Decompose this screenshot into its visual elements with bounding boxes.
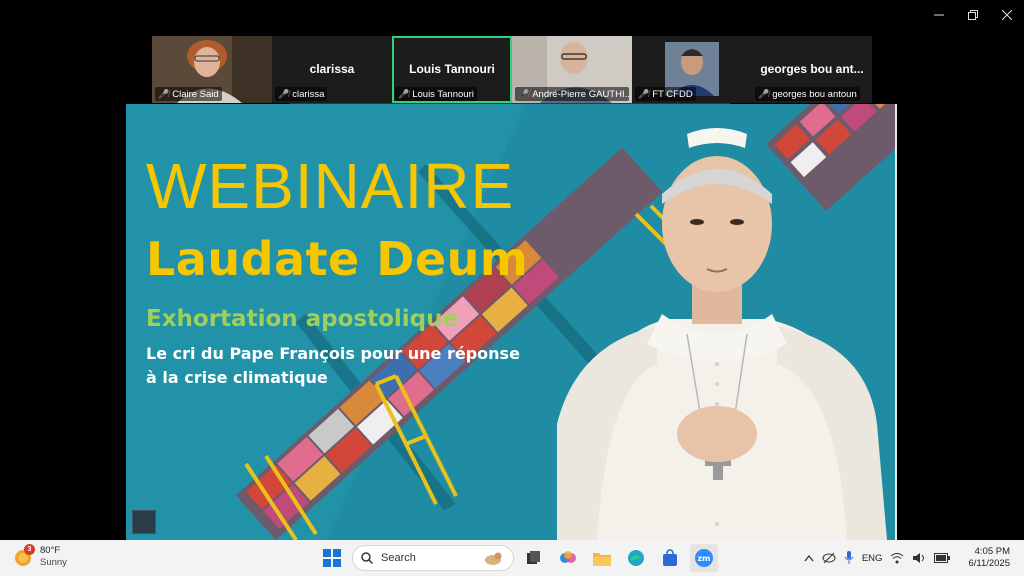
search-icon xyxy=(361,552,373,564)
wifi-tray[interactable] xyxy=(890,552,904,564)
store-icon xyxy=(663,549,677,566)
chevron-up-icon xyxy=(804,554,814,562)
folder-icon xyxy=(593,553,611,566)
mic-off-icon: 🎤̸ xyxy=(158,88,170,99)
edge-icon xyxy=(628,550,644,566)
participant-name: FT CFDD xyxy=(652,88,693,100)
shared-screen-edge xyxy=(895,104,897,540)
system-tray: ENG 4:05 PM 6/11/2025 xyxy=(804,540,1024,576)
cat-icon xyxy=(483,550,503,569)
battery-tray[interactable] xyxy=(934,553,951,563)
store-button[interactable] xyxy=(656,544,684,572)
participant-tile[interactable]: clarissa 🎤̸ clarissa xyxy=(272,36,392,103)
search-placeholder: Search xyxy=(381,552,416,564)
slide-description-line: Le cri du Pape François pour une réponse xyxy=(146,344,520,363)
slide-subtitle: Exhortation apostolique xyxy=(146,306,459,332)
restore-button[interactable] xyxy=(956,0,990,30)
mic-off-icon: 🎤̸ xyxy=(518,88,530,99)
slide-description-line: à la crise climatique xyxy=(146,368,328,387)
network-off-tray[interactable] xyxy=(822,551,836,565)
mic-off-icon: 🎤̸ xyxy=(638,88,650,99)
participant-tile[interactable]: georges bou ant... 🎤̸ georges bou antoun xyxy=(752,36,872,103)
weather-widget[interactable]: 3 80°F Sunny xyxy=(14,544,67,569)
participant-name: clarissa xyxy=(292,88,325,100)
close-button[interactable] xyxy=(990,0,1024,30)
participant-tile[interactable]: 🎤̸ Claire Said xyxy=(152,36,272,103)
mic-off-icon: 🎤̸ xyxy=(758,88,770,99)
show-hidden-icons[interactable] xyxy=(804,554,814,562)
participant-label: 🎤̸ André-Pierre GAUTHI... xyxy=(515,87,629,101)
sun-icon: 3 xyxy=(14,544,35,567)
copilot-icon xyxy=(560,551,576,563)
mic-off-icon: 🎤̸ xyxy=(278,88,290,99)
slide-description: Le cri du Pape François pour une réponse… xyxy=(146,342,520,390)
participant-label: 🎤̸ FT CFDD xyxy=(635,87,696,101)
participant-tile[interactable]: 🎤̸ André-Pierre GAUTHI... xyxy=(512,36,632,103)
participant-display-name: clarissa xyxy=(309,62,355,76)
participant-label: 🎤̸ Louis Tannouri xyxy=(395,87,477,101)
microphone-icon xyxy=(844,551,854,564)
taskbar-apps: Search zm xyxy=(318,544,718,572)
pope-figure xyxy=(557,128,887,540)
wifi-icon xyxy=(891,553,904,564)
participant-display-name: Louis Tannouri xyxy=(409,62,495,76)
shared-screen: WEBINAIRE Laudate Deum Exhortation apost… xyxy=(126,104,897,540)
participant-name: georges bou antoun xyxy=(772,88,857,100)
slide-thumbnail-marker xyxy=(132,510,156,534)
participant-name: Claire Said xyxy=(172,88,219,100)
taskbar-search[interactable]: Search xyxy=(352,545,514,571)
participant-name: André-Pierre GAUTHI... xyxy=(532,88,629,100)
slide-title: WEBINAIRE xyxy=(146,150,515,222)
participant-tile[interactable]: 🎤̸ FT CFDD xyxy=(632,36,752,103)
weather-condition: Sunny xyxy=(40,557,67,568)
task-view-button[interactable] xyxy=(520,544,548,572)
minimize-button[interactable] xyxy=(922,0,956,30)
task-view-icon xyxy=(527,551,540,564)
windows-icon xyxy=(323,549,341,567)
window-controls xyxy=(922,0,1024,30)
minimize-icon xyxy=(934,14,944,16)
file-explorer-button[interactable] xyxy=(588,544,616,572)
clock-date: 6/11/2025 xyxy=(968,558,1010,569)
participant-strip: 🎤̸ Claire Said clarissa 🎤̸ clarissa Loui… xyxy=(152,36,872,103)
edge-button[interactable] xyxy=(622,544,650,572)
zoom-button[interactable]: zm xyxy=(690,544,718,572)
microphone-tray[interactable] xyxy=(844,551,854,565)
close-icon xyxy=(1002,10,1012,20)
zoom-icon: zm xyxy=(695,549,713,567)
system-clock[interactable]: 4:05 PM 6/11/2025 xyxy=(968,546,1010,570)
volume-tray[interactable] xyxy=(912,552,926,564)
participant-label: 🎤̸ clarissa xyxy=(275,87,328,101)
weather-badge: 3 xyxy=(24,544,35,555)
windows-taskbar: 3 80°F Sunny Search zm ENG 4:05 PM 6/11/… xyxy=(0,540,1024,576)
mic-off-icon: 🎤̸ xyxy=(398,88,410,99)
weather-temperature: 80°F xyxy=(40,545,61,556)
speaker-icon xyxy=(913,553,925,563)
battery-icon xyxy=(934,553,951,563)
participant-name: Louis Tannouri xyxy=(412,88,474,100)
restore-icon xyxy=(968,10,978,20)
clock-time: 4:05 PM xyxy=(974,546,1010,557)
start-button[interactable] xyxy=(318,544,346,572)
language-indicator[interactable]: ENG xyxy=(862,553,883,564)
eye-off-icon xyxy=(822,552,836,564)
participant-tile-active[interactable]: Louis Tannouri 🎤̸ Louis Tannouri xyxy=(392,36,512,103)
zoom-window: 🎤̸ Claire Said clarissa 🎤̸ clarissa Loui… xyxy=(0,0,1024,576)
participant-label: 🎤̸ Claire Said xyxy=(155,87,222,101)
participant-label: 🎤̸ georges bou antoun xyxy=(755,87,860,101)
copilot-button[interactable] xyxy=(554,544,582,572)
participant-display-name: georges bou ant... xyxy=(760,62,864,76)
slide-heading: Laudate Deum xyxy=(146,232,529,286)
svg-text:zm: zm xyxy=(698,554,711,563)
